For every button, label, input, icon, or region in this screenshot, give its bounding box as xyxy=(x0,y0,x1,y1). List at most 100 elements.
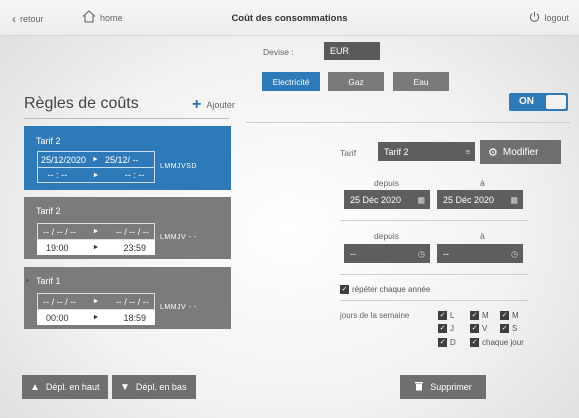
day-label: J xyxy=(450,324,454,333)
day-label: M xyxy=(482,311,489,320)
checkmark-icon: ✓ xyxy=(470,311,479,320)
checkmark-icon: ✓ xyxy=(438,324,447,333)
checkmark-icon: ✓ xyxy=(470,324,479,333)
move-down-button[interactable]: ▼ Dépl. en bas xyxy=(112,375,196,399)
rule-date-range: -- / -- / -- ► -- / -- / -- xyxy=(37,293,155,310)
rule-date-to: -- / -- / -- xyxy=(115,226,149,237)
rule-time-range: 00:00 ► 18:59 xyxy=(37,310,155,325)
plus-icon: + xyxy=(192,96,202,113)
add-rule-button[interactable]: + Ajouter xyxy=(192,97,235,113)
rule-days: LMMJVSD xyxy=(160,163,197,170)
triangle-up-icon: ▲ xyxy=(30,381,40,393)
rule-time-to: 23:59 xyxy=(123,242,146,253)
checkmark-icon: ✓ xyxy=(438,311,447,320)
toggle-knob xyxy=(546,95,566,109)
to-time-label: à xyxy=(480,231,485,241)
on-off-toggle[interactable]: ON xyxy=(509,93,568,111)
day-label: M xyxy=(512,311,519,320)
section-divider xyxy=(340,300,528,301)
tarif-select[interactable]: Tarif 2 ≡ xyxy=(378,142,475,161)
checkmark-icon: ✓ xyxy=(500,311,509,320)
rules-heading: Règles de coûts xyxy=(24,95,139,112)
arrow-right-icon: ► xyxy=(92,171,100,179)
gear-icon: ⚙ xyxy=(488,146,498,159)
day-checkbox-mercredi[interactable]: ✓ M xyxy=(500,311,519,320)
modify-label: Modifier xyxy=(502,146,539,158)
delete-label: Supprimer xyxy=(430,382,472,392)
every-day-checkbox[interactable]: ✓ chaque jour xyxy=(470,338,524,347)
rule-time-range: 19:00 ► 23:59 xyxy=(37,240,155,255)
arrow-right-icon: ► xyxy=(92,298,100,305)
tab-gaz[interactable]: Gaz xyxy=(328,72,384,91)
repeat-label: répéter chaque année xyxy=(352,285,431,294)
time-from-value: -- xyxy=(350,248,356,259)
day-checkbox-jeudi[interactable]: ✓ J xyxy=(438,324,454,333)
weekdays-label: jours de la semaine xyxy=(340,311,410,320)
toggle-label: ON xyxy=(519,96,534,107)
devise-label: Devise : xyxy=(263,47,294,57)
day-label: L xyxy=(450,311,455,320)
day-checkbox-lundi[interactable]: ✓ L xyxy=(438,311,454,320)
rule-days: LMMJV - - xyxy=(160,304,197,311)
section-divider xyxy=(340,220,528,221)
section-divider xyxy=(246,122,570,123)
time-from-field[interactable]: -- ◷ xyxy=(344,244,430,263)
arrow-right-icon: ► xyxy=(92,228,100,235)
day-checkbox-vendredi[interactable]: ✓ V xyxy=(470,324,487,333)
add-label: Ajouter xyxy=(206,100,235,110)
list-icon: ≡ xyxy=(465,147,470,156)
day-label: D xyxy=(450,338,456,347)
tab-eau[interactable]: Eau xyxy=(393,72,449,91)
day-label: V xyxy=(482,324,488,333)
since-time-label: depuis xyxy=(374,231,400,241)
calendar-icon: ▦ xyxy=(510,195,518,204)
day-label: S xyxy=(512,324,518,333)
trash-icon xyxy=(414,381,424,393)
rule-card[interactable]: ► Tarif 1 -- / -- / -- ► -- / -- / -- 00… xyxy=(24,267,231,329)
arrow-right-icon: ► xyxy=(92,244,100,251)
devise-field[interactable]: EUR xyxy=(324,42,380,60)
to-label: à xyxy=(480,178,485,188)
date-from-value: 25 Déc 2020 xyxy=(350,194,402,205)
date-to-value: 25 Déc 2020 xyxy=(443,194,495,205)
modify-button[interactable]: ⚙ Modifier xyxy=(480,140,561,164)
triangle-right-icon: ► xyxy=(25,278,31,284)
rule-card[interactable]: Tarif 2 25/12/2020 ► 25/12/ -- -- : -- ►… xyxy=(24,126,231,190)
time-to-field[interactable]: -- ◷ xyxy=(437,244,523,263)
every-day-label: chaque jour xyxy=(482,338,524,347)
checkmark-icon: ✓ xyxy=(340,285,349,294)
move-up-button[interactable]: ▲ Dépl. en haut xyxy=(22,375,108,399)
rule-time-range: -- : -- ► -- : -- xyxy=(37,168,155,183)
delete-button[interactable]: Supprimer xyxy=(400,375,486,399)
repeat-yearly-checkbox[interactable]: ✓ répéter chaque année xyxy=(340,285,430,294)
rule-date-to: -- / -- / -- xyxy=(115,296,149,307)
day-checkbox-mardi[interactable]: ✓ M xyxy=(470,311,489,320)
day-checkbox-samedi[interactable]: ✓ S xyxy=(500,324,517,333)
time-to-value: -- xyxy=(443,248,449,259)
rule-time-from: 19:00 xyxy=(46,242,69,253)
rule-time-to: -- : -- xyxy=(124,170,145,180)
rule-days: LMMJV - - xyxy=(160,234,197,241)
logout-label: logout xyxy=(544,12,569,23)
rule-time-from: 00:00 xyxy=(46,312,69,323)
page-title: Coût des consommations xyxy=(231,13,348,24)
since-label: depuis xyxy=(374,178,400,188)
section-divider xyxy=(340,274,528,275)
rule-date-range: -- / -- / -- ► -- / -- / -- xyxy=(37,223,155,240)
rule-date-to: 25/12/ -- xyxy=(104,154,139,165)
checkmark-icon: ✓ xyxy=(438,338,447,347)
arrow-right-icon: ► xyxy=(92,314,100,321)
date-from-field[interactable]: 25 Déc 2020 ▦ xyxy=(344,190,430,209)
triangle-down-icon: ▼ xyxy=(120,381,130,393)
rule-time-from: -- : -- xyxy=(47,170,68,180)
date-to-field[interactable]: 25 Déc 2020 ▦ xyxy=(437,190,523,209)
tab-electricite[interactable]: Electricité xyxy=(262,72,320,91)
heading-divider xyxy=(24,118,229,119)
rule-name: Tarif 2 xyxy=(36,206,61,216)
tarif-value: Tarif 2 xyxy=(384,146,409,157)
logout-button[interactable]: logout xyxy=(529,11,569,24)
day-checkbox-dimanche[interactable]: ✓ D xyxy=(438,338,456,347)
tarif-label: Tarif xyxy=(340,148,357,158)
rule-card[interactable]: Tarif 2 -- / -- / -- ► -- / -- / -- 19:0… xyxy=(24,197,231,259)
checkmark-icon: ✓ xyxy=(500,324,509,333)
